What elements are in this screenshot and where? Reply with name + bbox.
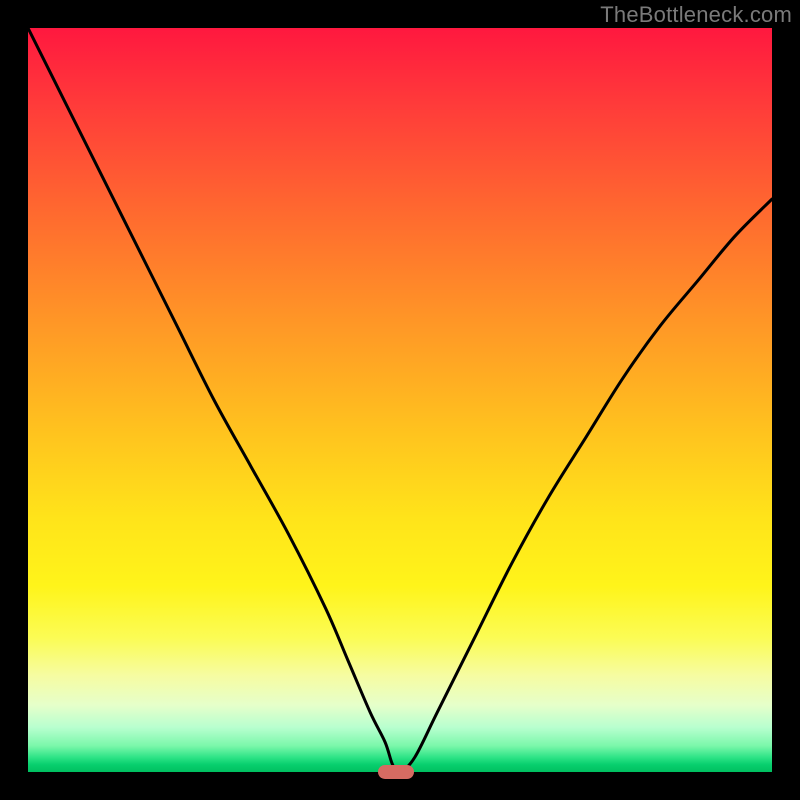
bottleneck-curve bbox=[28, 28, 772, 772]
watermark-text: TheBottleneck.com bbox=[600, 2, 792, 28]
chart-container: TheBottleneck.com bbox=[0, 0, 800, 800]
plot-area bbox=[28, 28, 772, 772]
curve-path bbox=[28, 28, 772, 772]
minimum-marker bbox=[378, 765, 414, 779]
